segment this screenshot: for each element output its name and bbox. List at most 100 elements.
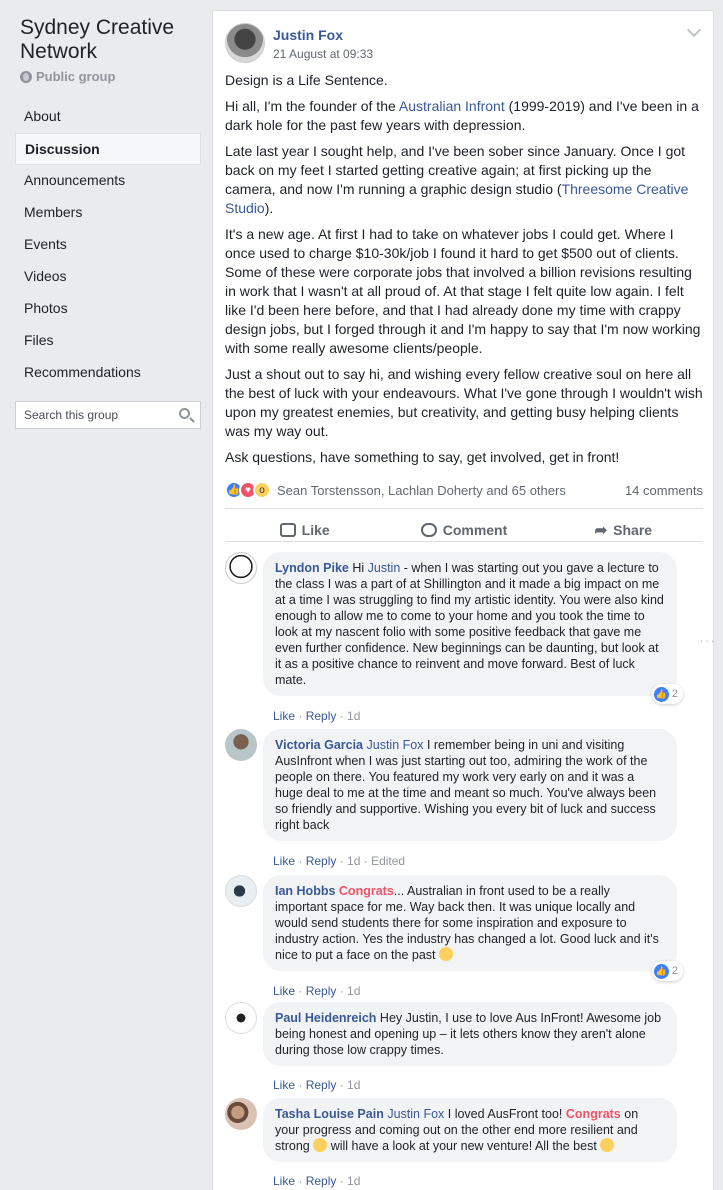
nav-about[interactable]: About [15, 101, 201, 133]
search-icon[interactable] [179, 408, 190, 419]
avatar[interactable] [225, 1098, 257, 1130]
smile-emoji-icon [439, 947, 454, 961]
chevron-down-icon[interactable] [686, 22, 702, 38]
post-paragraph: Just a shout out to say hi, and wishing … [225, 366, 703, 439]
post-paragraph: Late last year I sought help, and I've b… [225, 142, 705, 218]
comment-time[interactable]: 1d [347, 709, 360, 723]
commenter-name[interactable]: Paul Heidenreich [275, 1011, 376, 1025]
comment-like-link[interactable]: Like [273, 1174, 295, 1188]
comment-text: will have a look at your new venture! Al… [327, 1139, 601, 1153]
nav-photos[interactable]: Photos [15, 293, 201, 325]
commenter-name[interactable]: Ian Hobbs [275, 884, 335, 898]
avatar[interactable] [225, 552, 257, 584]
comment: Paul Heidenreich Hey Justin, I use to lo… [225, 1002, 685, 1092]
avatar[interactable] [225, 1002, 257, 1034]
nav-discussion[interactable]: Discussion [15, 133, 201, 165]
avatar[interactable] [225, 875, 257, 907]
comment-reply-link[interactable]: Reply [306, 854, 337, 868]
post-paragraph: Design is a Life Sentence. [225, 72, 388, 88]
more-options-icon[interactable]: ··· [699, 632, 716, 648]
comment-time[interactable]: 1d [347, 1078, 360, 1092]
like-label: Like [301, 522, 330, 538]
post-paragraph: Ask questions, have something to say, ge… [225, 449, 620, 465]
comment-reply-link[interactable]: Reply [306, 984, 337, 998]
comment-bubble: Lyndon Pike Hi Justin - when I was start… [263, 552, 683, 704]
comment-count[interactable]: 14 comments [625, 483, 703, 498]
post-body: Design is a Life Sentence. Hi all, I'm t… [225, 71, 705, 474]
commenter-name[interactable]: Victoria Garcia [275, 738, 363, 752]
post-author[interactable]: Justin Fox [273, 27, 343, 43]
nav-files[interactable]: Files [15, 325, 201, 357]
comment-bubble: Ian Hobbs Congrats... Australian in fron… [263, 875, 683, 981]
share-label: Share [613, 522, 653, 538]
group-name[interactable]: Sydney Creative Network [20, 16, 205, 64]
comment-bubble: Victoria Garcia Justin Fox I remember be… [263, 729, 677, 841]
commenter-name[interactable]: Lyndon Pike [275, 561, 349, 575]
comment: Tasha Louise Pain Justin Fox I loved Aus… [225, 1098, 685, 1190]
congrats-highlight[interactable]: Congrats [339, 884, 394, 898]
search-placeholder: Search this group [24, 408, 119, 422]
comment-time[interactable]: 1d [347, 1174, 360, 1188]
group-sidebar: Sydney Creative Network Public group Abo… [0, 0, 212, 1190]
comment-time[interactable]: 1d [347, 984, 360, 998]
like-reaction-icon: 👍 [653, 686, 669, 702]
mention-link[interactable]: Justin Fox [367, 738, 424, 752]
post-paragraph: Hi all, I'm the founder of the Australia… [225, 97, 705, 135]
thumbs-up-icon [279, 523, 296, 537]
reaction-count: 2 [671, 688, 678, 700]
comment-text: - when I was starting out you gave a lec… [275, 561, 664, 687]
share-arrow-icon: ➦ [594, 522, 608, 539]
edited-label[interactable]: Edited [371, 854, 405, 868]
nav-members[interactable]: Members [15, 197, 201, 229]
nav-events[interactable]: Events [15, 229, 201, 261]
comment-bubble: Tasha Louise Pain Justin Fox I loved Aus… [263, 1098, 677, 1162]
comment-reactions[interactable]: 👍 2 [651, 961, 683, 981]
author-avatar[interactable] [225, 23, 265, 63]
comment-like-link[interactable]: Like [273, 854, 295, 868]
comment-reactions[interactable]: 👍 2 [651, 684, 683, 704]
mention-link[interactable]: Justin [368, 561, 401, 575]
post-paragraph: It's a new age. At first I had to take o… [225, 226, 701, 356]
reaction-names[interactable]: Sean Torstensson, Lachlan Doherty and 65… [277, 483, 566, 498]
comment-reply-link[interactable]: Reply [306, 709, 337, 723]
commenter-name[interactable]: Tasha Louise Pain [275, 1107, 384, 1121]
comment-like-link[interactable]: Like [273, 709, 295, 723]
mention-link[interactable]: Justin Fox [387, 1107, 444, 1121]
comment-meta: Like · Reply · 1d · Edited [273, 854, 406, 868]
comment-meta: Like · Reply · 1d [273, 1174, 361, 1188]
comment-text: I loved AusFront too! [444, 1107, 566, 1121]
reaction-count: 2 [671, 965, 678, 977]
comment-reply-link[interactable]: Reply [306, 1174, 337, 1188]
comment-time[interactable]: 1d [347, 854, 360, 868]
comment-meta: Like · Reply · 1d [273, 984, 361, 998]
post-text: ). [264, 200, 274, 216]
comment-text: I remember being in uni and visiting Aus… [275, 738, 657, 832]
comment-meta: Like · Reply · 1d [273, 709, 361, 723]
reaction-summary[interactable]: 👍 ♥ o Sean Torstensson, Lachlan Doherty … [225, 479, 703, 501]
comment-like-link[interactable]: Like [273, 1078, 295, 1092]
group-privacy-label: Public group [36, 69, 116, 84]
comment-bubble: Paul Heidenreich Hey Justin, I use to lo… [263, 1002, 677, 1066]
comment-meta: Like · Reply · 1d [273, 1078, 361, 1092]
group-nav: About Discussion Announcements Members E… [15, 101, 201, 389]
post-text: Hi all, I'm the founder of the [225, 98, 399, 114]
australian-infront-link[interactable]: Australian Infront [399, 98, 505, 114]
divider [225, 508, 703, 509]
comment-like-link[interactable]: Like [273, 984, 295, 998]
post-card: Justin Fox 21 August at 09:33 Design is … [212, 10, 715, 1190]
globe-icon [20, 70, 32, 83]
group-search-input[interactable]: Search this group [15, 401, 201, 429]
nav-announcements[interactable]: Announcements [15, 165, 201, 197]
wow-reaction-icon: o [253, 481, 271, 499]
nav-videos[interactable]: Videos [15, 261, 201, 293]
comment-reply-link[interactable]: Reply [306, 1078, 337, 1092]
nav-recommendations[interactable]: Recommendations [15, 357, 201, 389]
comment: Lyndon Pike Hi Justin - when I was start… [225, 552, 715, 723]
congrats-highlight[interactable]: Congrats [566, 1107, 621, 1121]
avatar[interactable] [225, 729, 257, 761]
like-reaction-icon: 👍 [653, 963, 669, 979]
comment-label: Comment [442, 522, 508, 538]
group-privacy: Public group [20, 69, 115, 84]
post-date[interactable]: 21 August at 09:33 [273, 47, 373, 61]
comment-text: Hi [352, 561, 368, 575]
